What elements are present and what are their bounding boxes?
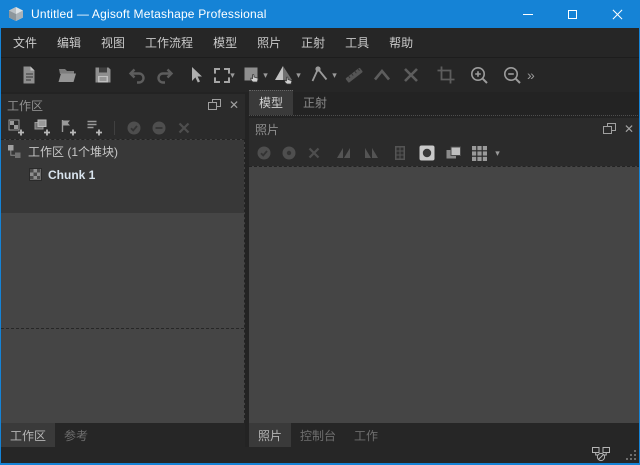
crop-icon[interactable] [435, 62, 457, 88]
model-rotate-dropdown-icon[interactable]: ▾ [294, 70, 303, 81]
chunk-icon [29, 168, 42, 181]
resize-grip[interactable] [626, 450, 636, 460]
menu-ortho[interactable]: 正射 [291, 30, 335, 55]
close-button[interactable] [595, 0, 640, 28]
new-document-icon[interactable] [18, 62, 40, 88]
maximize-button[interactable] [550, 0, 595, 28]
float-pane-icon[interactable] [208, 99, 221, 111]
add-chunk-icon[interactable] [8, 119, 25, 136]
tab-ortho[interactable]: 正射 [293, 91, 337, 115]
add-marker-icon[interactable] [60, 119, 77, 136]
redo-icon[interactable] [154, 62, 176, 88]
photos-toolbar: ▾ [249, 140, 640, 166]
tab-workspace[interactable]: 工作区 [1, 423, 55, 448]
status-bar [1, 447, 639, 463]
tab-model[interactable]: 模型 [249, 90, 293, 115]
marker-dropdown-icon[interactable]: ▾ [330, 70, 339, 81]
close-icon [612, 9, 623, 20]
menu-workflow[interactable]: 工作流程 [135, 30, 203, 55]
remove-icon[interactable] [306, 145, 322, 161]
tab-console[interactable]: 控制台 [291, 423, 345, 448]
close-pane-icon[interactable]: ✕ [229, 99, 239, 111]
rectangle-selection-dropdown-icon[interactable]: ▾ [228, 70, 237, 81]
workspace-pane: 工作区 ✕ [1, 94, 245, 423]
workspace-tree: 工作区 (1个堆块) Chunk 1 [1, 139, 245, 423]
menu-edit[interactable]: 编辑 [47, 30, 91, 55]
toolbar-overflow-icon[interactable]: » [527, 67, 535, 83]
document-tabs: 模型 正射 [249, 94, 640, 116]
minimize-icon [523, 14, 533, 15]
image-view-icon[interactable] [418, 144, 436, 162]
select-cursor-icon[interactable] [184, 62, 206, 88]
app-logo-icon [8, 6, 24, 22]
model-rotate-icon[interactable] [272, 62, 296, 88]
thumbnail-grid-icon[interactable] [471, 145, 488, 162]
minimize-button[interactable] [505, 0, 550, 28]
photos-pane-title: 照片 [255, 121, 279, 138]
polyline-icon[interactable] [371, 62, 393, 88]
rotate-ccw-icon[interactable] [335, 145, 353, 161]
right-dock: 模型 正射 照片 ✕ [249, 94, 640, 423]
rotate-cw-icon[interactable] [362, 145, 380, 161]
tree-root-label: 工作区 (1个堆块) [28, 143, 118, 160]
chunk-label: Chunk 1 [48, 168, 95, 182]
undo-icon[interactable] [126, 62, 148, 88]
ruler-icon[interactable] [343, 62, 365, 88]
workspace-root-icon [7, 144, 22, 159]
close-pane-icon[interactable]: ✕ [624, 123, 634, 135]
workspace-pane-title: 工作区 [7, 97, 43, 114]
remove-icon[interactable] [176, 120, 192, 136]
network-disconnected-icon [591, 446, 611, 462]
photos-pane: 照片 ✕ [249, 118, 640, 423]
menu-photo[interactable]: 照片 [247, 30, 291, 55]
window-title: Untitled — Agisoft Metashape Professiona… [31, 7, 267, 21]
delete-icon[interactable] [400, 62, 422, 88]
navigation-pan-icon[interactable] [241, 62, 263, 88]
menubar: 文件 编辑 视图 工作流程 模型 照片 正射 工具 帮助 [1, 28, 639, 58]
zoom-in-icon[interactable] [468, 62, 490, 88]
open-project-icon[interactable] [56, 62, 78, 88]
menu-model[interactable]: 模型 [203, 30, 247, 55]
photos-content-area[interactable] [249, 166, 640, 423]
marker-angle-icon[interactable] [308, 62, 332, 88]
tab-reference[interactable]: 参考 [55, 423, 97, 448]
tab-photos[interactable]: 照片 [249, 423, 291, 448]
tree-item-workspace-root[interactable]: 工作区 (1个堆块) [1, 140, 244, 163]
workspace-toolbar [1, 116, 245, 139]
bottom-dock-tabbar: 照片 控制台 工作 [249, 423, 640, 447]
menu-view[interactable]: 视图 [91, 30, 135, 55]
import-reference-icon[interactable] [86, 119, 103, 136]
left-dock-splitter[interactable] [1, 328, 244, 329]
main-toolbar: ▾ ▾ ▾ ▾ » [1, 58, 639, 92]
disable-icon[interactable] [281, 145, 297, 161]
layers-icon[interactable] [445, 145, 462, 161]
workspace-pane-header: 工作区 ✕ [1, 94, 245, 116]
float-pane-icon[interactable] [603, 123, 616, 135]
menu-tools[interactable]: 工具 [335, 30, 379, 55]
maximize-icon [568, 10, 577, 19]
tree-item-chunk[interactable]: Chunk 1 [1, 163, 244, 186]
enable-icon[interactable] [256, 145, 272, 161]
navigation-dropdown-icon[interactable]: ▾ [261, 70, 270, 81]
left-dock-tabbar: 工作区 参考 [1, 423, 245, 447]
zoom-out-icon[interactable] [501, 62, 523, 88]
filmstrip-icon[interactable] [393, 145, 407, 161]
disable-icon[interactable] [151, 120, 167, 136]
add-photos-icon[interactable] [34, 119, 51, 136]
menu-file[interactable]: 文件 [3, 30, 47, 55]
menu-help[interactable]: 帮助 [379, 30, 423, 55]
enable-icon[interactable] [126, 120, 142, 136]
save-icon[interactable] [92, 62, 114, 88]
metashape-window: Untitled — Agisoft Metashape Professiona… [0, 0, 640, 465]
tab-jobs[interactable]: 工作 [345, 423, 387, 448]
photos-pane-header: 照片 ✕ [249, 118, 640, 140]
thumbnail-size-dropdown-icon[interactable]: ▾ [493, 148, 502, 159]
titlebar[interactable]: Untitled — Agisoft Metashape Professiona… [0, 0, 640, 28]
